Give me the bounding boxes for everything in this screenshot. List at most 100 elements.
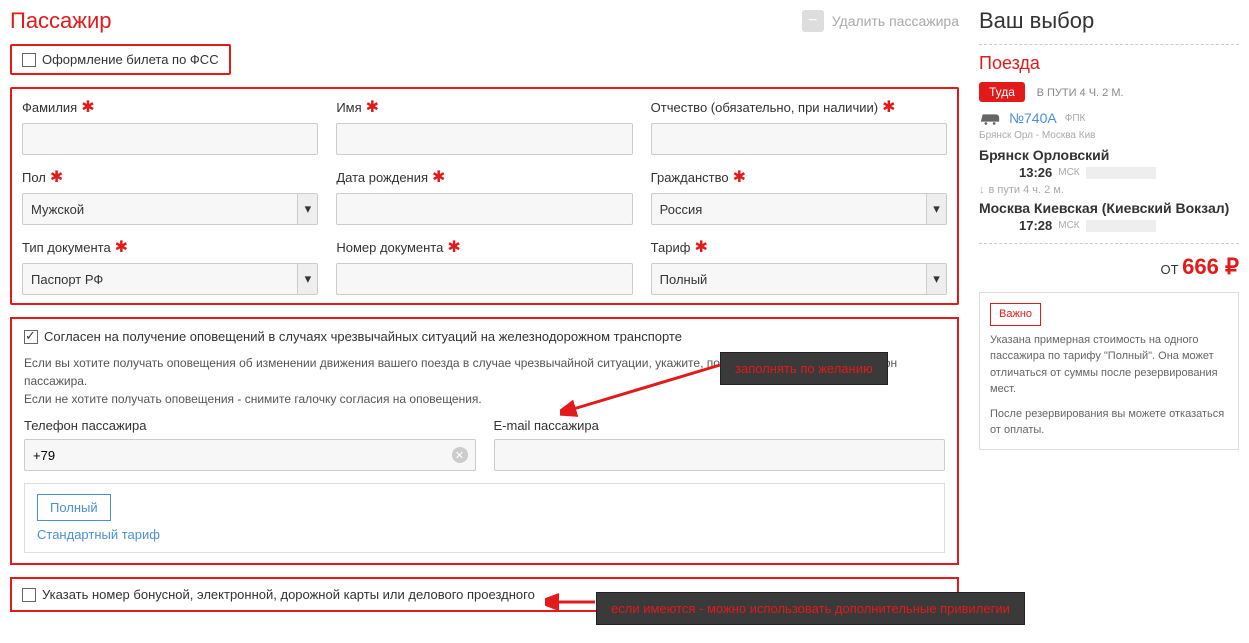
travel-time: В ПУТИ 4 Ч. 2 М. <box>1037 87 1124 99</box>
callout-bonus: если имеются - можно использовать дополн… <box>596 592 1025 625</box>
doc-type-select[interactable]: Паспорт РФ ▾ <box>22 263 318 295</box>
checkbox-icon[interactable] <box>22 588 36 602</box>
surname-input[interactable] <box>22 123 318 155</box>
consent-checkbox-row[interactable]: Согласен на получение оповещений в случа… <box>24 329 945 344</box>
label: Дата рождения <box>336 170 428 185</box>
date-placeholder <box>1086 220 1156 232</box>
label: E-mail пассажира <box>494 418 599 433</box>
time-to-row: 17:28 МСК <box>979 218 1239 233</box>
delete-label: Удалить пассажира <box>832 13 959 29</box>
citizenship-select[interactable]: Россия ▾ <box>651 193 947 225</box>
field-citizenship: Гражданство ✱ Россия ▾ <box>651 167 947 225</box>
phone-input[interactable] <box>24 439 476 471</box>
train-row: №740А ФПК <box>979 110 1239 126</box>
fss-label: Оформление билета по ФСС <box>42 52 219 67</box>
station-from: Брянск Орловский <box>979 147 1239 163</box>
field-tariff: Тариф✱ Полный ▾ <box>651 237 947 295</box>
gender-select[interactable]: Мужской ▾ <box>22 193 318 225</box>
label: Тариф <box>651 240 691 255</box>
direction-badge: Туда <box>979 82 1025 102</box>
chevron-down-icon: ▾ <box>926 264 946 294</box>
field-doc-number: Номер документа ✱ <box>336 237 632 295</box>
required-icon: ✱ <box>115 237 128 257</box>
label: Имя <box>336 100 361 115</box>
select-value: Мужской <box>31 202 84 217</box>
arrow-down-icon: ↓ <box>979 184 985 196</box>
birthdate-input[interactable] <box>336 193 632 225</box>
important-box: Важно Указана примерная стоимость на одн… <box>979 292 1239 450</box>
tariff-select[interactable]: Полный ▾ <box>651 263 947 295</box>
field-birthdate: Дата рождения ✱ <box>336 167 632 225</box>
price: 666 ₽ <box>1182 254 1239 279</box>
minus-icon: − <box>802 10 824 32</box>
time-from-row: 13:26 МСК <box>979 165 1239 180</box>
chevron-down-icon: ▾ <box>926 194 946 224</box>
chevron-down-icon: ▾ <box>297 194 317 224</box>
timezone: МСК <box>1058 220 1079 231</box>
important-text: Указана примерная стоимость на одного па… <box>990 332 1228 398</box>
timezone: МСК <box>1058 167 1079 178</box>
fss-box: Оформление билета по ФСС <box>10 44 231 75</box>
travel-inline: ↓ в пути 4 ч. 2 м. <box>979 184 1239 196</box>
operator: ФПК <box>1065 113 1086 124</box>
checkbox-icon[interactable] <box>24 330 38 344</box>
chevron-down-icon: ▾ <box>297 264 317 294</box>
checkbox-icon[interactable] <box>22 53 36 67</box>
train-icon <box>979 110 1001 126</box>
label: Фамилия <box>22 100 77 115</box>
important-badge: Важно <box>990 303 1041 326</box>
required-icon: ✱ <box>447 237 460 257</box>
train-number[interactable]: №740А <box>1009 110 1057 126</box>
route: Брянск Орл - Москва Кив <box>979 130 1239 141</box>
bonus-label: Указать номер бонусной, электронной, дор… <box>42 587 535 602</box>
callout-text: заполнять по желанию <box>735 361 873 376</box>
select-value: Полный <box>660 272 708 287</box>
email-input[interactable] <box>494 439 946 471</box>
fss-checkbox-row[interactable]: Оформление билета по ФСС <box>22 52 219 67</box>
required-icon: ✱ <box>81 97 94 117</box>
required-icon: ✱ <box>432 167 445 187</box>
label: Телефон пассажира <box>24 418 146 433</box>
label: Пол <box>22 170 46 185</box>
sidebar: Ваш выбор Поезда Туда В ПУТИ 4 Ч. 2 М. №… <box>979 8 1239 612</box>
title-text: Пассажир <box>10 8 112 34</box>
field-patronymic: Отчество (обязательно, при наличии) ✱ <box>651 97 947 155</box>
required-icon: ✱ <box>882 97 895 117</box>
label: Отчество (обязательно, при наличии) <box>651 100 878 115</box>
tariff-button[interactable]: Полный <box>37 494 111 521</box>
sidebar-title: Ваш выбор <box>979 8 1239 34</box>
callout-optional: заполнять по желанию <box>720 352 888 385</box>
field-name: Имя ✱ <box>336 97 632 155</box>
passenger-form: Фамилия ✱ Имя ✱ Отчество (обязательно, при… <box>10 87 959 305</box>
clear-icon[interactable]: ✕ <box>452 447 468 463</box>
time: 17:28 <box>1019 218 1052 233</box>
price-row: ОТ 666 ₽ <box>979 243 1239 280</box>
date-placeholder <box>1086 167 1156 179</box>
passenger-title: Пассажир − Удалить пассажира <box>10 8 959 34</box>
doc-number-input[interactable] <box>336 263 632 295</box>
select-value: Россия <box>660 202 703 217</box>
required-icon: ✱ <box>733 167 746 187</box>
field-phone: Телефон пассажира ✕ <box>24 418 476 471</box>
required-icon: ✱ <box>50 167 63 187</box>
info-line: Если не хотите получать оповещения - сни… <box>24 390 945 408</box>
label: Тип документа <box>22 240 111 255</box>
field-surname: Фамилия ✱ <box>22 97 318 155</box>
label: Гражданство <box>651 170 729 185</box>
sidebar-subtitle: Поезда <box>979 53 1239 74</box>
required-icon: ✱ <box>366 97 379 117</box>
price-from: ОТ <box>1160 262 1178 277</box>
time: 13:26 <box>1019 165 1052 180</box>
required-icon: ✱ <box>694 237 707 257</box>
patronymic-input[interactable] <box>651 123 947 155</box>
label: Номер документа <box>336 240 443 255</box>
important-text: После резервирования вы можете отказатьс… <box>990 406 1228 439</box>
consent-label: Согласен на получение оповещений в случа… <box>44 329 682 344</box>
station-to: Москва Киевская (Киевский Вокзал) <box>979 200 1239 216</box>
delete-passenger[interactable]: − Удалить пассажира <box>802 10 959 32</box>
select-value: Паспорт РФ <box>31 272 103 287</box>
field-doc-type: Тип документа ✱ Паспорт РФ ▾ <box>22 237 318 295</box>
field-gender: Пол ✱ Мужской ▾ <box>22 167 318 225</box>
name-input[interactable] <box>336 123 632 155</box>
tariff-link[interactable]: Стандартный тариф <box>37 527 160 542</box>
